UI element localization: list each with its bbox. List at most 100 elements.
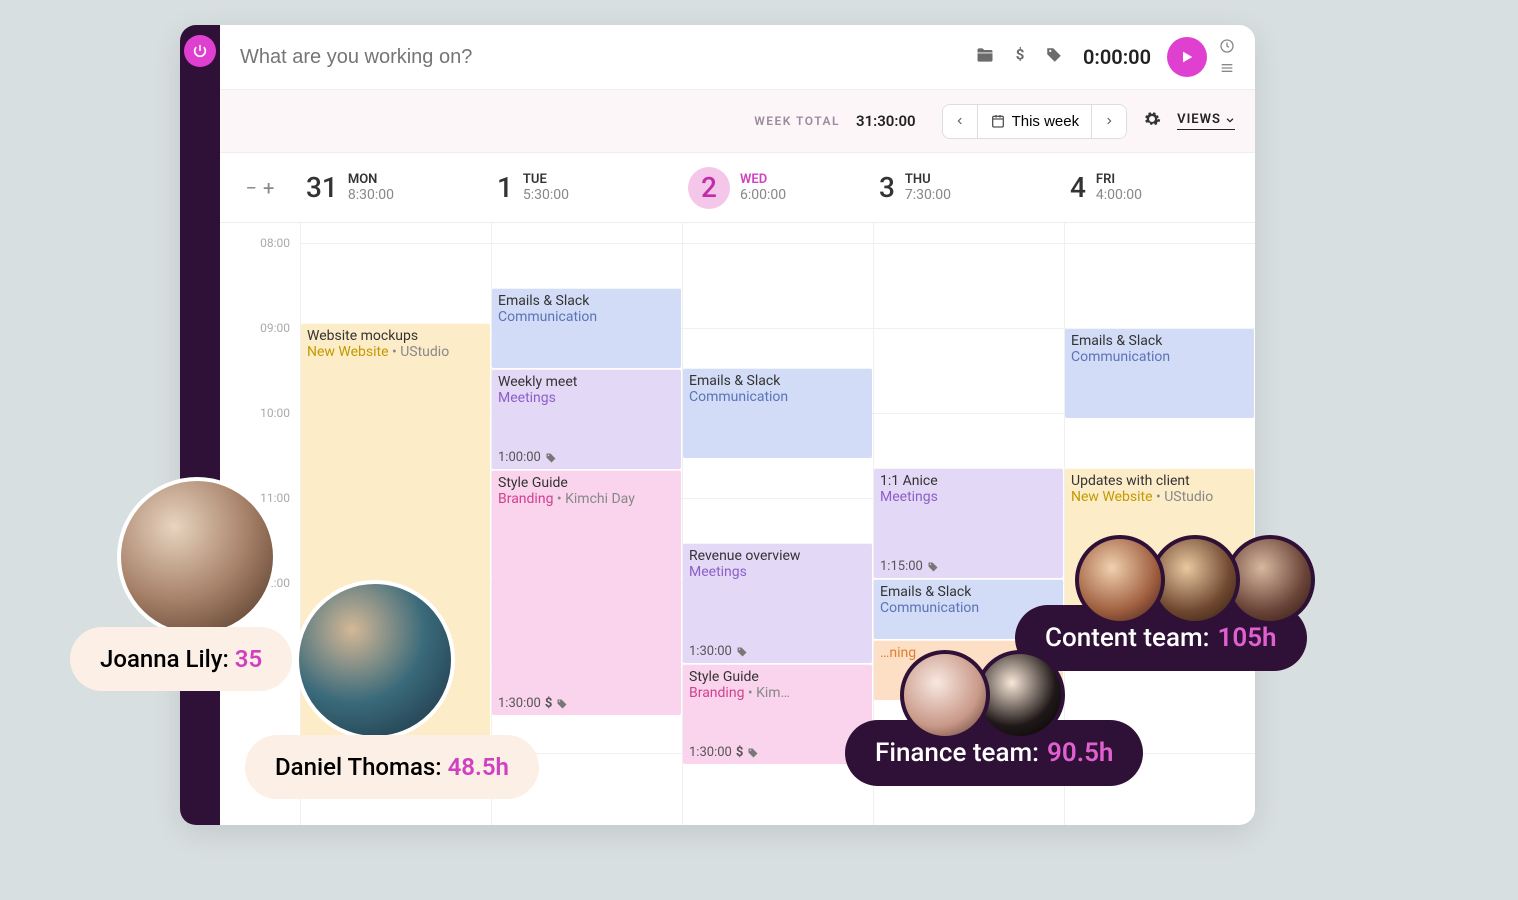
calendar-event[interactable]: Style GuideBranding • Kimchi Day 1:30:00 … <box>492 470 681 715</box>
power-button[interactable] <box>184 35 216 67</box>
day-number: 4 <box>1070 171 1086 204</box>
tag-icon[interactable] <box>1045 46 1063 68</box>
event-project: New Website • UStudio <box>307 344 484 360</box>
day-total: 8:30:00 <box>348 187 394 203</box>
prev-button[interactable] <box>943 105 977 138</box>
chevron-right-icon <box>1104 116 1114 126</box>
play-icon <box>1179 49 1195 65</box>
gear-icon <box>1143 110 1161 128</box>
calendar-event[interactable]: Style GuideBranding • Kim… 1:30:00 $ <box>683 664 872 764</box>
calendar-event[interactable]: Emails & SlackCommunication <box>1065 328 1254 418</box>
event-title: Style Guide <box>498 475 675 491</box>
event-duration: 1:30:00 $ <box>689 745 759 760</box>
day-total: 4:00:00 <box>1096 187 1142 203</box>
event-title: Emails & Slack <box>880 584 1057 600</box>
folder-icon[interactable] <box>975 45 995 69</box>
day-number: 2 <box>688 167 730 209</box>
svg-text:$: $ <box>1016 46 1025 64</box>
time-label: 08:00 <box>260 236 290 250</box>
event-title: Weekly meet <box>498 374 675 390</box>
time-label: 11:00 <box>260 491 290 505</box>
timer-display: 0:00:00 <box>1083 45 1151 69</box>
person-hours-badge: Joanna Lily: 35 <box>70 627 292 691</box>
day-name: FRI <box>1096 172 1142 187</box>
mode-switcher[interactable] <box>1219 38 1235 76</box>
time-label: 10:00 <box>260 406 290 420</box>
day-name: WED <box>740 172 786 187</box>
date-navigator: This week <box>942 104 1128 139</box>
event-project: Meetings <box>880 489 1057 505</box>
event-duration: 1:15:00 <box>880 559 939 574</box>
day-name: MON <box>348 172 394 187</box>
day-header[interactable]: 4 FRI4:00:00 <box>1064 153 1255 222</box>
day-header[interactable]: 1 TUE5:30:00 <box>491 153 682 222</box>
power-icon <box>192 43 208 59</box>
day-total: 7:30:00 <box>905 187 951 203</box>
sidebar <box>180 25 220 825</box>
range-button[interactable]: This week <box>977 105 1092 138</box>
range-label: This week <box>1012 113 1080 130</box>
zoom-in-button[interactable]: + <box>263 176 274 200</box>
event-title: Updates with client <box>1071 473 1248 489</box>
event-title: Emails & Slack <box>689 373 866 389</box>
day-name: THU <box>905 172 951 187</box>
event-duration: 1:30:00 $ <box>498 696 568 711</box>
day-number: 3 <box>879 171 895 204</box>
person-hours: 35 <box>235 645 262 673</box>
calendar-event[interactable]: Emails & SlackCommunication <box>683 368 872 458</box>
team-name: Content team: <box>1045 623 1209 653</box>
chevron-down-icon <box>1225 115 1235 125</box>
zoom-controls: − + <box>220 153 300 222</box>
play-button[interactable] <box>1167 37 1207 77</box>
event-project: New Website • UStudio <box>1071 489 1248 505</box>
calendar-event[interactable]: 1:1 AniceMeetings1:15:00 <box>874 468 1063 578</box>
team-name: Finance team: <box>875 738 1039 768</box>
calendar-event[interactable]: Revenue overviewMeetings1:30:00 <box>683 543 872 663</box>
calendar-event[interactable]: Emails & SlackCommunication <box>492 288 681 368</box>
time-label: 09:00 <box>260 321 290 335</box>
team-hours: 90.5h <box>1047 738 1113 768</box>
person-name: Daniel Thomas: <box>275 753 442 781</box>
zoom-out-button[interactable]: − <box>246 176 257 200</box>
next-button[interactable] <box>1091 105 1126 138</box>
event-title: Style Guide <box>689 669 866 685</box>
task-input[interactable] <box>240 46 959 69</box>
event-title: Emails & Slack <box>1071 333 1248 349</box>
avatar <box>117 477 277 637</box>
day-header[interactable]: 3 THU7:30:00 <box>873 153 1064 222</box>
avatar <box>900 650 990 740</box>
day-name: TUE <box>523 172 569 187</box>
event-project: Meetings <box>498 390 675 406</box>
event-project: Branding • Kim… <box>689 685 866 701</box>
day-number: 1 <box>497 171 513 204</box>
settings-button[interactable] <box>1143 110 1161 132</box>
event-project: Communication <box>498 309 675 325</box>
day-column: Emails & SlackCommunicationWeekly meetMe… <box>491 223 682 825</box>
toolbar: WEEK TOTAL 31:30:00 This week VIEWS <box>220 89 1255 153</box>
event-title: Website mockups <box>307 328 484 344</box>
day-total: 5:30:00 <box>523 187 569 203</box>
timer-bar: $ 0:00:00 <box>220 25 1255 89</box>
day-header[interactable]: 2WED6:00:00 <box>682 153 873 222</box>
week-total-value: 31:30:00 <box>856 112 916 130</box>
event-project: Communication <box>1071 349 1248 365</box>
event-project: Communication <box>689 389 866 405</box>
day-header[interactable]: 31 MON8:30:00 <box>300 153 491 222</box>
person-name: Joanna Lily: <box>100 645 229 673</box>
event-project: Branding • Kimchi Day <box>498 491 675 507</box>
person-hours: 48.5h <box>448 753 509 781</box>
week-total-label: WEEK TOTAL <box>754 114 840 128</box>
dollar-icon[interactable]: $ <box>1011 46 1029 68</box>
day-column: Emails & SlackCommunication Revenue overv… <box>682 223 873 825</box>
person-hours-badge: Daniel Thomas: 48.5h <box>245 735 539 799</box>
calendar-event[interactable]: Weekly meetMeetings 1:00:00 <box>492 369 681 469</box>
event-duration: 1:00:00 <box>498 450 557 465</box>
day-number: 31 <box>306 171 338 204</box>
event-project: Meetings <box>689 564 866 580</box>
calendar-icon <box>990 113 1006 129</box>
avatar <box>1075 535 1165 625</box>
team-hours: 105h <box>1217 623 1276 653</box>
views-dropdown[interactable]: VIEWS <box>1177 112 1235 130</box>
clock-icon <box>1219 38 1235 54</box>
event-title: Emails & Slack <box>498 293 675 309</box>
